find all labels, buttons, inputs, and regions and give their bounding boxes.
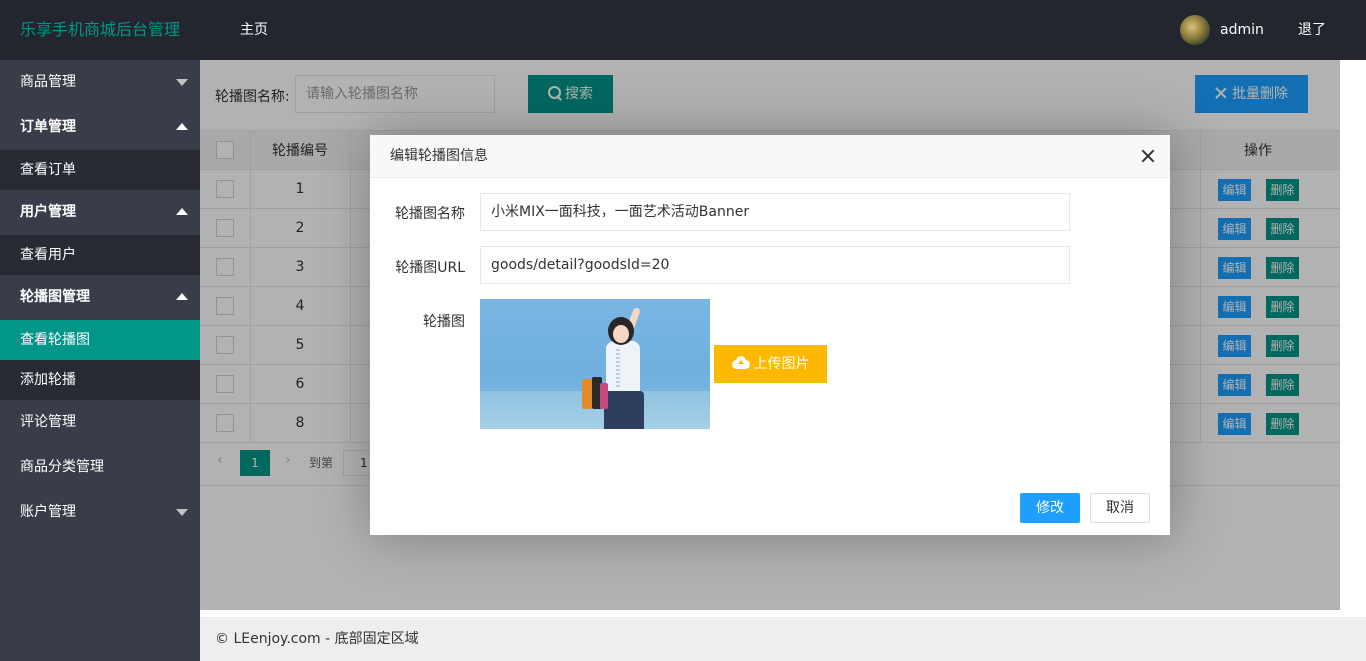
sidebar-item-orders[interactable]: 订单管理 — [0, 105, 200, 150]
chevron-up-icon — [176, 208, 188, 215]
sidebar-item-comments[interactable]: 评论管理 — [0, 400, 200, 445]
banner-phone — [600, 383, 608, 409]
sidebar-subitem-view-users[interactable]: 查看用户 — [0, 235, 200, 275]
nav-home-link[interactable]: 主页 — [240, 0, 268, 60]
banner-decoration — [616, 349, 620, 389]
chevron-up-icon — [176, 293, 188, 300]
chevron-down-icon — [176, 79, 188, 86]
footer: © LEenjoy.com - 底部固定区域 — [200, 617, 1366, 661]
sidebar-item-categories[interactable]: 商品分类管理 — [0, 445, 200, 490]
sidebar: 商品管理 订单管理 查看订单 用户管理 查看用户 轮播图管理 查看轮播图 添加轮… — [0, 60, 200, 661]
sidebar-item-products[interactable]: 商品管理 — [0, 60, 200, 105]
sidebar-item-label: 商品管理 — [20, 74, 76, 90]
sidebar-subitem-view-banners[interactable]: 查看轮播图 — [0, 320, 200, 360]
footer-text: © LEenjoy.com - 底部固定区域 — [215, 631, 419, 647]
sidebar-item-label: 用户管理 — [20, 204, 76, 220]
sidebar-item-users[interactable]: 用户管理 — [0, 190, 200, 235]
sidebar-subitem-add-banner[interactable]: 添加轮播 — [0, 360, 200, 400]
banner-image-label: 轮播图 — [423, 314, 465, 330]
banner-figure-face — [613, 325, 629, 343]
chevron-up-icon — [176, 123, 188, 130]
upload-image-button[interactable]: 上传图片 — [714, 345, 827, 383]
banner-image-preview — [480, 299, 710, 429]
banner-phone — [582, 379, 592, 409]
logout-link[interactable]: 退了 — [1298, 0, 1326, 60]
edit-banner-dialog: 编辑轮播图信息 轮播图名称 小米MIX一面科技，一面艺术活动Banner 轮播图… — [370, 135, 1170, 535]
sidebar-item-banners[interactable]: 轮播图管理 — [0, 275, 200, 320]
page-right-edge — [1340, 60, 1366, 610]
chevron-down-icon — [176, 509, 188, 516]
dialog-title: 编辑轮播图信息 — [370, 135, 1170, 178]
banner-url-field[interactable]: goods/detail?goodsId=20 — [480, 246, 1070, 284]
user-name[interactable]: admin — [1220, 0, 1264, 60]
banner-name-label: 轮播图名称 — [395, 206, 465, 222]
banner-name-field[interactable]: 小米MIX一面科技，一面艺术活动Banner — [480, 193, 1070, 231]
app-logo[interactable]: 乐享手机商城后台管理 — [20, 0, 180, 60]
cloud-upload-icon — [731, 356, 750, 369]
sidebar-item-label: 轮播图管理 — [20, 289, 90, 305]
avatar[interactable] — [1180, 15, 1210, 45]
save-button[interactable]: 修改 — [1020, 493, 1080, 523]
upload-label: 上传图片 — [753, 356, 810, 372]
banner-url-label: 轮播图URL — [395, 260, 465, 276]
top-header: 乐享手机商城后台管理 主页 admin 退了 — [0, 0, 1366, 60]
cancel-button[interactable]: 取消 — [1090, 493, 1150, 523]
sidebar-item-accounts[interactable]: 账户管理 — [0, 490, 200, 535]
sidebar-item-label: 订单管理 — [20, 119, 76, 135]
sidebar-subitem-view-orders[interactable]: 查看订单 — [0, 150, 200, 190]
banner-figure-skirt — [604, 391, 644, 429]
sidebar-item-label: 账户管理 — [20, 504, 76, 520]
close-icon[interactable] — [1138, 146, 1158, 166]
